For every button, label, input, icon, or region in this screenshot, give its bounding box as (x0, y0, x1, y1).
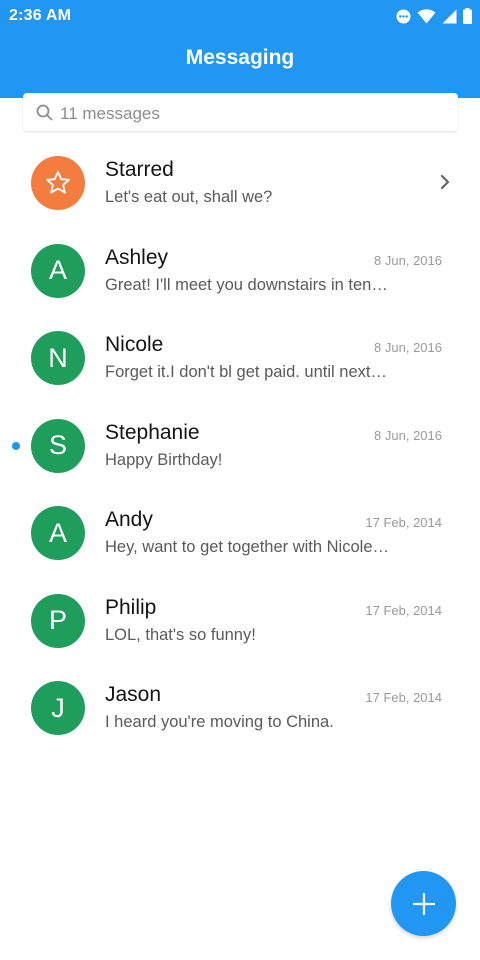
avatar: A (31, 506, 85, 560)
contact-name: Stephanie (105, 420, 200, 444)
contact-name: Ashley (105, 245, 169, 269)
message-preview: Let's eat out, shall we? (105, 188, 273, 206)
contact-name: Nicole (105, 333, 164, 356)
avatar: P (31, 593, 85, 648)
unread-indicator (12, 441, 20, 450)
conversation-list: Starred Let's eat out, shall we? A Ashle… (0, 140, 480, 753)
avatar: N (31, 331, 85, 385)
message-preview: I heard you're moving to China. (105, 713, 334, 731)
conversation-row-starred[interactable]: Starred Let's eat out, shall we? (0, 140, 480, 228)
message-preview: Hey, want to get together with Nicole to… (105, 538, 390, 556)
conversation-row-jason[interactable]: J Jason I heard you're moving to China. … (0, 665, 480, 753)
contact-name: Andy (105, 508, 153, 531)
status-time: 2:36 AM (9, 7, 72, 24)
search-icon (36, 104, 53, 121)
star-icon (46, 171, 70, 194)
new-message-button[interactable] (391, 871, 456, 936)
status-icons (396, 8, 472, 24)
message-date: 17 Feb, 2014 (365, 515, 442, 530)
message-preview: Great! I'll meet you downstairs in ten m… (105, 275, 390, 294)
message-preview: Happy Birthday! (105, 450, 223, 469)
avatar: A (31, 243, 85, 298)
search-message-count: 11 messages (60, 104, 160, 123)
contact-name: Starred (105, 158, 174, 181)
avatar (31, 156, 85, 210)
message-preview: LOL, that's so funny! (105, 625, 256, 644)
messaging-screen: 2:36 AM Messaging 11 messages Starred Le… (0, 0, 480, 960)
message-date: 8 Jun, 2016 (374, 427, 442, 443)
chevron-right-icon (440, 174, 450, 190)
message-date: 8 Jun, 2016 (374, 252, 442, 268)
search-bar[interactable]: 11 messages (23, 93, 458, 131)
wifi-icon (417, 8, 436, 23)
message-date: 17 Feb, 2014 (365, 690, 442, 705)
status-bar: 2:36 AM (0, 0, 480, 33)
conversation-row-stephanie[interactable]: S Stephanie Happy Birthday! 8 Jun, 2016 (0, 403, 480, 491)
message-date: 17 Feb, 2014 (365, 602, 442, 618)
notification-dots-icon (396, 9, 411, 23)
cellular-signal-icon (442, 9, 457, 23)
message-date: 8 Jun, 2016 (374, 340, 442, 355)
conversation-row-nicole[interactable]: N Nicole Forget it.I don't bl get paid. … (0, 315, 480, 403)
conversation-row-ashley[interactable]: A Ashley Great! I'll meet you downstairs… (0, 228, 480, 316)
page-title: Messaging (185, 46, 295, 69)
conversation-row-philip[interactable]: P Philip LOL, that's so funny! 17 Feb, 2… (0, 578, 480, 666)
plus-icon (412, 892, 435, 915)
avatar: J (31, 681, 85, 735)
battery-icon (463, 8, 472, 24)
contact-name: Philip (105, 595, 157, 619)
contact-name: Jason (105, 683, 162, 706)
app-bar: 2:36 AM Messaging (0, 0, 480, 98)
conversation-row-andy[interactable]: A Andy Hey, want to get together with Ni… (0, 490, 480, 578)
avatar: S (31, 418, 85, 473)
message-preview: Forget it.I don't bl get paid. until nex… (105, 363, 390, 381)
